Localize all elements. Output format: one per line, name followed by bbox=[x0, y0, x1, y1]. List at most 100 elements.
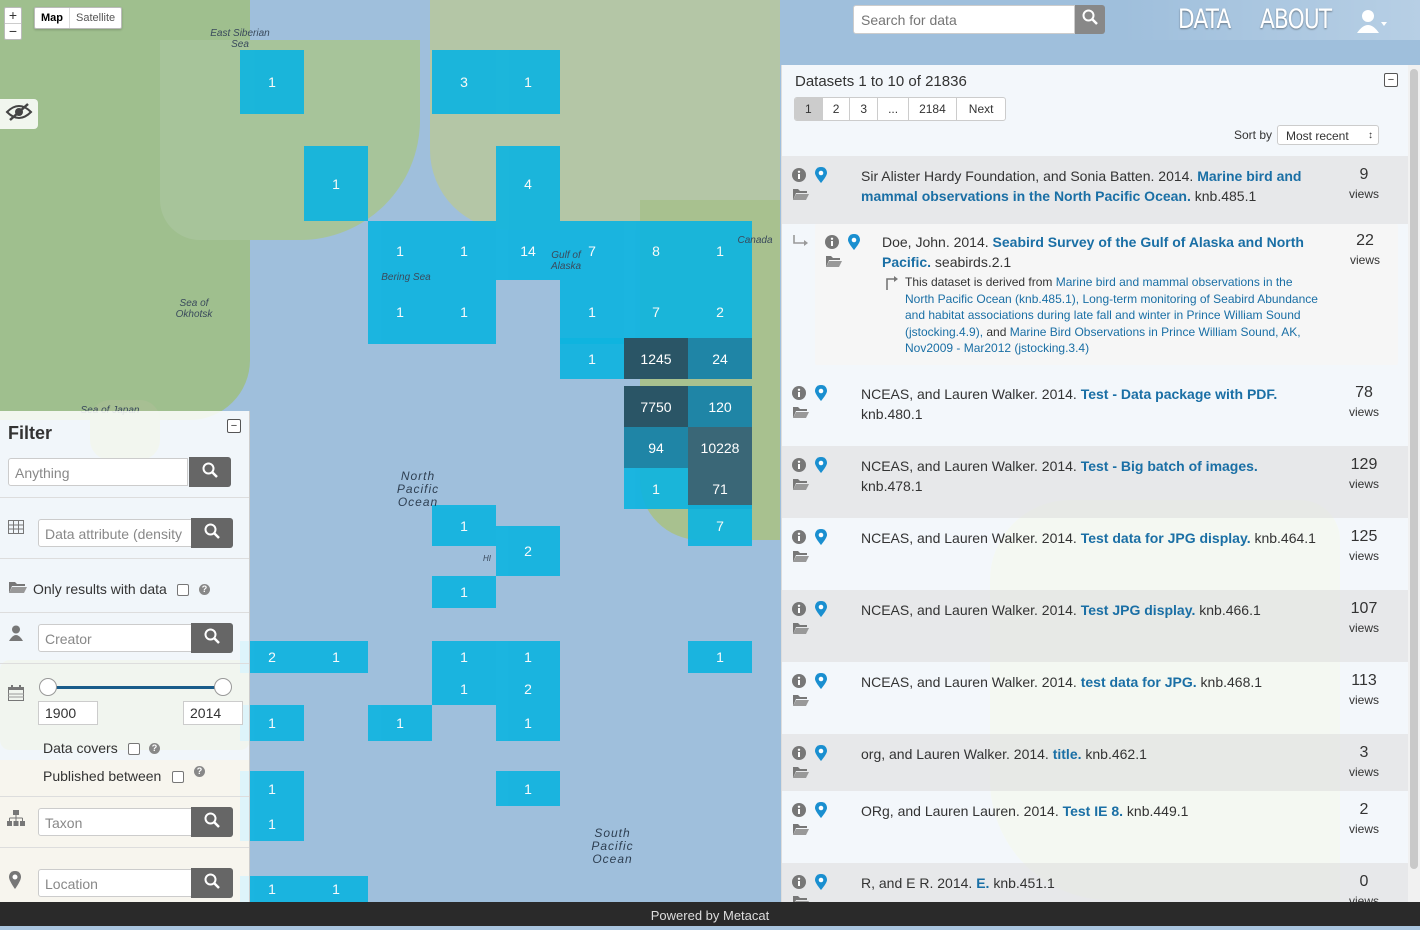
help-icon[interactable]: ? bbox=[199, 584, 210, 595]
result-title-link[interactable]: Test - Big batch of images. bbox=[1081, 458, 1258, 474]
info-icon[interactable] bbox=[792, 875, 806, 894]
map-tile-count[interactable]: 1 bbox=[304, 641, 368, 673]
result-title-link[interactable]: Test - Data package with PDF. bbox=[1081, 386, 1278, 402]
map-marker-icon[interactable] bbox=[815, 457, 827, 478]
results-collapse-button[interactable]: − bbox=[1384, 73, 1398, 87]
year-max-handle[interactable] bbox=[214, 678, 232, 696]
info-icon[interactable] bbox=[792, 530, 806, 549]
folder-open-icon[interactable] bbox=[792, 550, 810, 568]
map-tile-count[interactable]: 71 bbox=[688, 468, 752, 509]
map-tile-count[interactable]: 1 bbox=[240, 50, 304, 114]
map-tile-count[interactable]: 1245 bbox=[624, 338, 688, 379]
map-tile-count[interactable]: 7 bbox=[688, 505, 752, 546]
result-title-link[interactable]: E. bbox=[976, 875, 989, 891]
map-marker-icon[interactable] bbox=[815, 745, 827, 766]
search-input[interactable] bbox=[853, 5, 1075, 34]
folder-open-icon[interactable] bbox=[792, 823, 810, 841]
map-tile-count[interactable]: 120 bbox=[688, 386, 752, 427]
map-type-map-button[interactable]: Map bbox=[35, 8, 70, 28]
anything-search-button[interactable] bbox=[189, 457, 231, 487]
zoom-out-button[interactable]: − bbox=[5, 24, 21, 39]
map-tile-count[interactable]: 2 bbox=[688, 280, 752, 344]
map-tile-count[interactable]: 1 bbox=[432, 505, 496, 546]
result-title-link[interactable]: title. bbox=[1053, 746, 1082, 762]
map-marker-icon[interactable] bbox=[815, 529, 827, 550]
zoom-in-button[interactable]: + bbox=[5, 8, 21, 24]
results-scrollbar[interactable] bbox=[1408, 65, 1420, 902]
map-tile-count[interactable]: 4 bbox=[496, 146, 560, 221]
info-icon[interactable] bbox=[792, 602, 806, 621]
map-tile-count[interactable]: 1 bbox=[560, 280, 624, 344]
map-marker-icon[interactable] bbox=[848, 234, 860, 255]
help-icon[interactable]: ? bbox=[194, 766, 205, 777]
location-search-button[interactable] bbox=[191, 868, 233, 898]
page-2-button[interactable]: 2 bbox=[823, 98, 851, 120]
map-tile-count[interactable]: 1 bbox=[368, 705, 432, 741]
map-tile-count[interactable]: 24 bbox=[688, 338, 752, 379]
folder-open-icon[interactable] bbox=[792, 188, 810, 206]
nav-data-link[interactable]: DATA bbox=[1178, 4, 1231, 35]
map-tile-count[interactable]: 1 bbox=[432, 221, 496, 280]
map-tile-count[interactable]: 1 bbox=[432, 280, 496, 344]
map-marker-icon[interactable] bbox=[815, 874, 827, 895]
map-tile-count[interactable]: 1 bbox=[432, 673, 496, 705]
map-tile-count[interactable]: 1 bbox=[304, 876, 368, 902]
page-ellipsis[interactable]: ... bbox=[878, 98, 910, 120]
info-icon[interactable] bbox=[792, 386, 806, 405]
year-max-input[interactable]: 2014 bbox=[183, 701, 243, 725]
map-type-satellite-button[interactable]: Satellite bbox=[70, 8, 121, 28]
map-tile-count[interactable]: 2 bbox=[496, 526, 560, 576]
map-tile-count[interactable]: 1 bbox=[368, 280, 432, 344]
map-tile-count[interactable]: 8 bbox=[624, 221, 688, 280]
filter-collapse-button[interactable]: − bbox=[227, 419, 241, 433]
map-tile-count[interactable]: 1 bbox=[688, 221, 752, 280]
taxon-input[interactable]: Taxon bbox=[38, 808, 192, 836]
map-tile-count[interactable]: 10228 bbox=[688, 427, 752, 468]
map-tile-count[interactable]: 1 bbox=[688, 641, 752, 673]
year-range-slider[interactable] bbox=[47, 686, 223, 689]
page-next-button[interactable]: Next bbox=[957, 98, 1006, 120]
info-icon[interactable] bbox=[792, 168, 806, 187]
nav-about-link[interactable]: ABOUT bbox=[1260, 4, 1332, 35]
map-marker-icon[interactable] bbox=[815, 601, 827, 622]
only-results-with-data-checkbox[interactable] bbox=[177, 584, 189, 596]
sort-select[interactable]: Most recent bbox=[1277, 125, 1379, 146]
map-marker-icon[interactable] bbox=[815, 673, 827, 694]
map-tile-count[interactable]: 94 bbox=[624, 427, 688, 468]
search-button[interactable] bbox=[1075, 5, 1105, 34]
folder-open-icon[interactable] bbox=[792, 895, 810, 902]
folder-open-icon[interactable] bbox=[792, 478, 810, 496]
data-covers-checkbox[interactable] bbox=[128, 743, 140, 755]
help-icon[interactable]: ? bbox=[149, 743, 160, 754]
page-1-button[interactable]: 1 bbox=[795, 98, 823, 120]
location-input[interactable]: Location bbox=[38, 869, 192, 897]
result-title-link[interactable]: Test JPG display. bbox=[1081, 602, 1196, 618]
anything-input[interactable]: Anything bbox=[8, 458, 188, 486]
page-3-button[interactable]: 3 bbox=[850, 98, 879, 120]
info-icon[interactable] bbox=[825, 235, 839, 254]
map-tile-count[interactable]: 3 bbox=[432, 50, 496, 114]
map-tile-count[interactable]: 1 bbox=[304, 146, 368, 221]
user-menu-button[interactable] bbox=[1356, 9, 1388, 38]
taxon-search-button[interactable] bbox=[191, 807, 233, 837]
map-tile-count[interactable]: 2 bbox=[496, 673, 560, 705]
result-title-link[interactable]: Test IE 8. bbox=[1063, 803, 1123, 819]
map-tile-count[interactable]: 1 bbox=[496, 705, 560, 741]
map-tile-count[interactable]: 7 bbox=[624, 280, 688, 344]
info-icon[interactable] bbox=[792, 803, 806, 822]
folder-open-icon[interactable] bbox=[792, 766, 810, 784]
year-min-input[interactable]: 1900 bbox=[38, 701, 98, 725]
folder-open-icon[interactable] bbox=[792, 694, 810, 712]
map-marker-icon[interactable] bbox=[815, 167, 827, 188]
data-attribute-search-button[interactable] bbox=[191, 518, 233, 548]
map-tile-count[interactable]: 1 bbox=[624, 468, 688, 509]
map-tile-count[interactable]: 1 bbox=[432, 576, 496, 608]
map-tile-count[interactable]: 1 bbox=[496, 50, 560, 114]
toggle-map-visibility-button[interactable] bbox=[0, 99, 38, 129]
published-between-checkbox[interactable] bbox=[172, 771, 184, 783]
info-icon[interactable] bbox=[792, 746, 806, 765]
result-title-link[interactable]: test data for JPG. bbox=[1081, 674, 1197, 690]
result-title-link[interactable]: Test data for JPG display. bbox=[1081, 530, 1251, 546]
folder-open-icon[interactable] bbox=[792, 406, 810, 424]
data-attribute-input[interactable]: Data attribute (density bbox=[38, 519, 192, 547]
